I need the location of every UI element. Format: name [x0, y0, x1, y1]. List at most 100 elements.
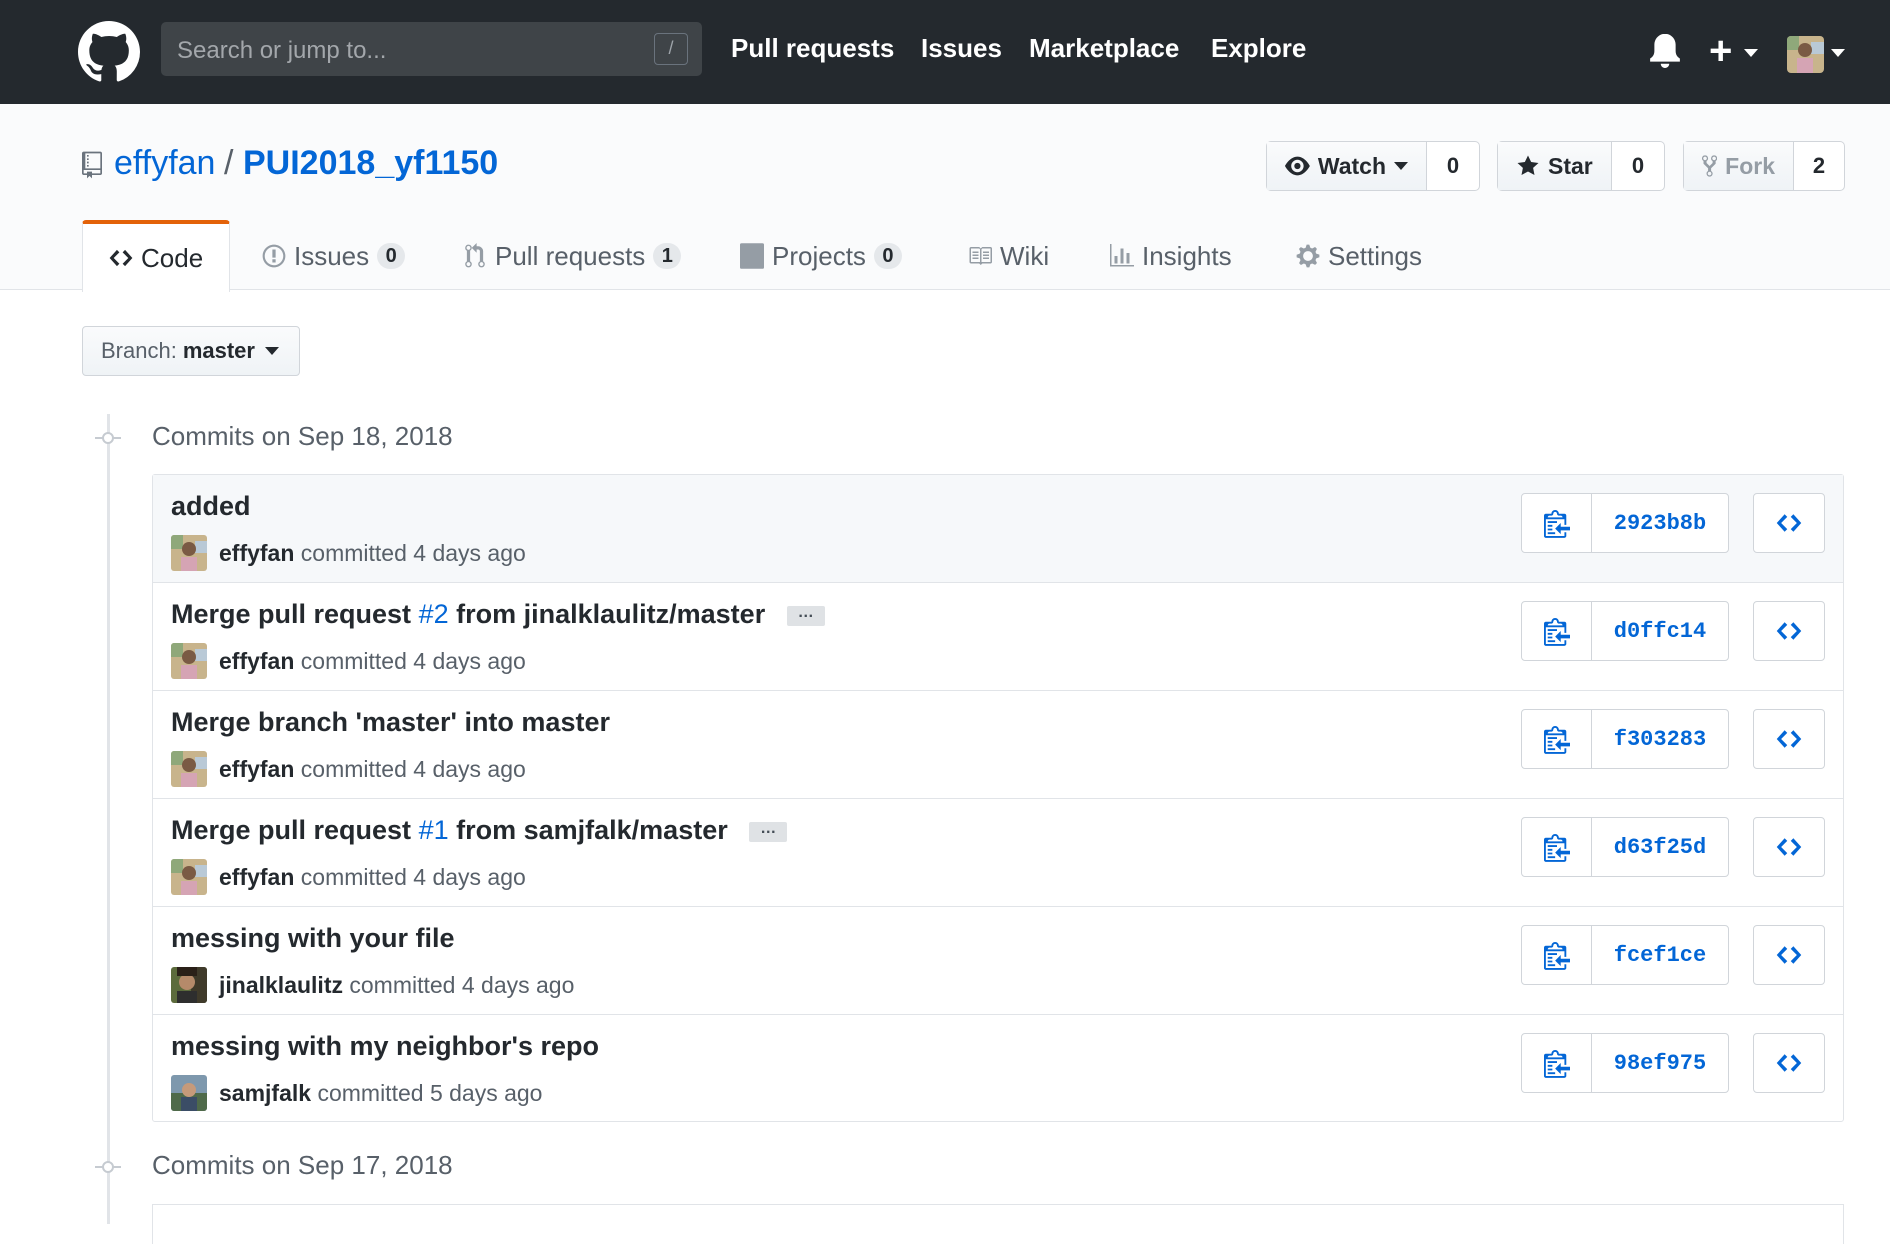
commit-time: 4 days ago	[413, 755, 526, 782]
commit-row: Merge pull request #1 from samjfalk/mast…	[153, 799, 1843, 907]
author-avatar[interactable]	[171, 643, 207, 679]
nav-issues[interactable]: Issues	[921, 33, 1002, 64]
tab-wiki[interactable]: Wiki	[968, 220, 1049, 292]
commit-node-icon	[95, 1161, 121, 1173]
copy-sha-button[interactable]	[1522, 818, 1592, 876]
tab-issues[interactable]: Issues 0	[262, 220, 406, 292]
commit-sha-link[interactable]: d0ffc14	[1592, 602, 1728, 660]
user-menu-caret-icon[interactable]	[1831, 49, 1845, 57]
code-icon	[1776, 1054, 1802, 1072]
repo-owner-link[interactable]: effyfan	[114, 144, 215, 183]
commit-author-link[interactable]: effyfan	[219, 864, 294, 890]
code-icon	[1776, 946, 1802, 964]
sha-button-group: 2923b8b	[1521, 493, 1729, 553]
expand-message-button[interactable]: …	[749, 820, 788, 842]
pull-request-link[interactable]: #1	[419, 815, 449, 845]
commit-sha-link[interactable]: fcef1ce	[1592, 926, 1728, 984]
commit-title-suffix-link[interactable]: from samjfalk/master	[449, 815, 728, 845]
browse-files-button[interactable]	[1753, 601, 1825, 661]
commit-title-link[interactable]: added	[171, 491, 251, 522]
browse-files-button[interactable]	[1753, 1033, 1825, 1093]
commit-title-link[interactable]: Merge branch 'master' into master	[171, 707, 610, 738]
commit-sha-link[interactable]: 98ef975	[1592, 1034, 1728, 1092]
copy-sha-button[interactable]	[1522, 602, 1592, 660]
star-button[interactable]: Star	[1498, 142, 1612, 190]
fork-count[interactable]: 2	[1794, 142, 1844, 190]
tab-settings[interactable]: Settings	[1296, 220, 1422, 292]
commit-title-prefix-link[interactable]: Merge pull request	[171, 599, 419, 629]
commit-author-link[interactable]: effyfan	[219, 756, 294, 782]
star-count[interactable]: 0	[1612, 142, 1664, 190]
commit-title-link[interactable]: messing with my neighbor's repo	[171, 1031, 599, 1062]
pull-request-link[interactable]: #2	[419, 599, 449, 629]
copy-sha-button[interactable]	[1522, 494, 1592, 552]
github-logo-icon[interactable]	[78, 21, 140, 83]
nav-marketplace[interactable]: Marketplace	[1029, 33, 1179, 64]
author-avatar[interactable]	[171, 535, 207, 571]
copy-sha-button[interactable]	[1522, 710, 1592, 768]
author-avatar[interactable]	[171, 751, 207, 787]
browse-files-button[interactable]	[1753, 709, 1825, 769]
expand-message-button[interactable]: …	[786, 604, 825, 626]
repo-name-link[interactable]: PUI2018_yf1150	[243, 144, 498, 183]
commit-author-link[interactable]: samjfalk	[219, 1080, 311, 1106]
nav-explore[interactable]: Explore	[1211, 33, 1306, 64]
tab-projects-counter: 0	[873, 243, 902, 269]
commit-node-icon	[95, 432, 121, 444]
book-icon	[969, 247, 992, 265]
author-avatar[interactable]	[171, 859, 207, 895]
commit-sha-link[interactable]: 2923b8b	[1592, 494, 1728, 552]
tab-pull-requests[interactable]: Pull requests 1	[463, 220, 682, 292]
browse-files-button[interactable]	[1753, 925, 1825, 985]
browse-files-button[interactable]	[1753, 817, 1825, 877]
browse-files-button[interactable]	[1753, 493, 1825, 553]
commit-title-suffix-link[interactable]: from jinalklaulitz/master	[449, 599, 765, 629]
author-avatar[interactable]	[171, 967, 207, 1003]
tab-insights[interactable]: Insights	[1110, 220, 1232, 292]
commit-row: messing with your file jinalklaulitz com…	[153, 907, 1843, 1015]
branch-select-button[interactable]: Branch: master	[82, 326, 300, 376]
commit-title-link[interactable]: messing with your file	[171, 923, 455, 954]
clippy-icon	[1543, 510, 1570, 538]
commit-title-prefix-link[interactable]: Merge pull request	[171, 815, 419, 845]
tab-code-label: Code	[141, 242, 204, 273]
copy-sha-button[interactable]	[1522, 1034, 1592, 1092]
repo-path-separator: /	[224, 144, 234, 182]
nav-pull-requests[interactable]: Pull requests	[731, 33, 894, 64]
clippy-icon	[1543, 942, 1570, 970]
copy-sha-button[interactable]	[1522, 926, 1592, 984]
commit-sha-link[interactable]: d63f25d	[1592, 818, 1728, 876]
commit-group-date: Commits on Sep 17, 2018	[152, 1150, 453, 1180]
gear-icon	[1296, 244, 1320, 268]
code-icon	[1776, 838, 1802, 856]
watch-button[interactable]: Watch	[1267, 142, 1427, 190]
fork-button[interactable]: Fork	[1684, 142, 1794, 190]
commits-timeline	[107, 414, 110, 1224]
sha-button-group: 98ef975	[1521, 1033, 1729, 1093]
create-new-caret-icon[interactable]	[1744, 49, 1758, 57]
commit-time: 4 days ago	[413, 647, 526, 674]
commit-sha-link[interactable]: f303283	[1592, 710, 1728, 768]
branch-name: master	[182, 338, 255, 363]
commit-title: Merge pull request #1 from samjfalk/mast…	[171, 815, 788, 846]
star-button-group: Star 0	[1497, 141, 1665, 191]
graph-icon	[1110, 244, 1134, 267]
commit-author-link[interactable]: jinalklaulitz	[219, 972, 343, 998]
commit-author-link[interactable]: effyfan	[219, 648, 294, 674]
commit-time: 4 days ago	[413, 863, 526, 890]
tab-issues-counter: 0	[377, 243, 406, 269]
tab-code[interactable]: Code	[82, 220, 231, 292]
issue-icon	[262, 244, 286, 268]
tab-projects[interactable]: Projects 0	[740, 220, 902, 292]
star-icon	[1517, 155, 1539, 175]
watch-label: Watch	[1317, 152, 1386, 179]
create-new-plus-icon[interactable]: +	[1709, 31, 1732, 71]
commit-time: 4 days ago	[461, 971, 575, 998]
watch-count[interactable]: 0	[1427, 142, 1479, 190]
search-input[interactable]: Search or jump to... /	[161, 22, 702, 76]
commit-author-link[interactable]: effyfan	[219, 540, 294, 566]
notifications-bell-icon[interactable]	[1650, 34, 1680, 68]
branch-caret-icon	[264, 347, 279, 355]
user-avatar[interactable]	[1787, 36, 1824, 73]
author-avatar[interactable]	[171, 1075, 207, 1111]
